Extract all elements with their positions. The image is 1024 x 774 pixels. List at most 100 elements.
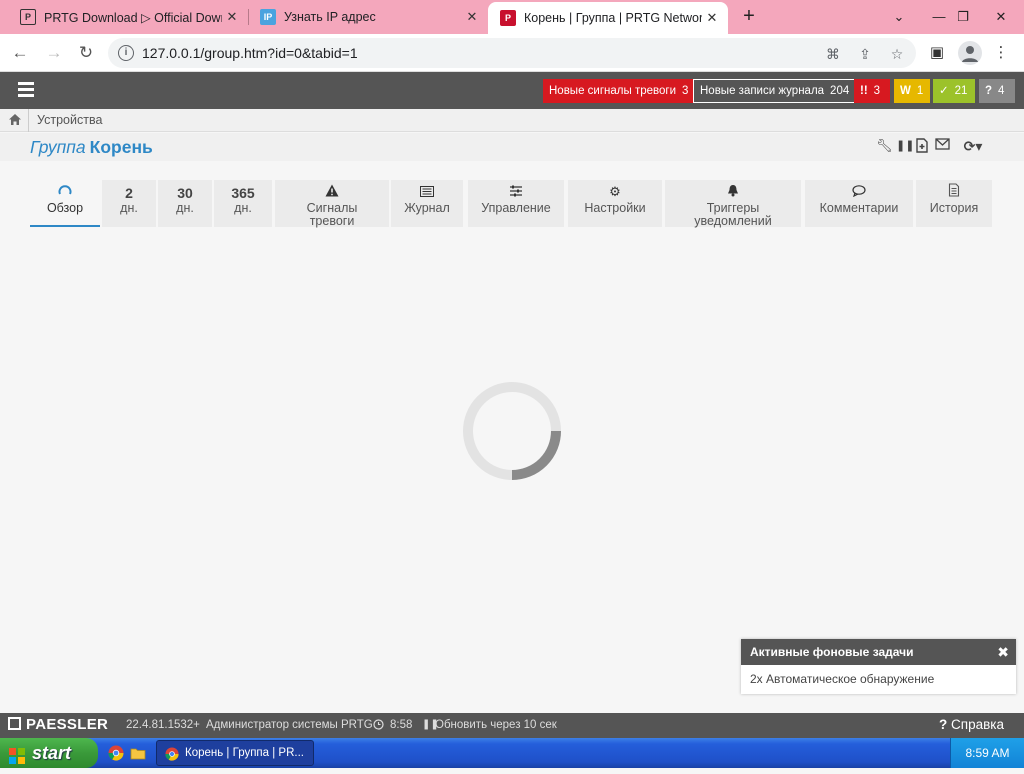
close-icon[interactable]: ✖ bbox=[997, 639, 1009, 665]
taskbar-window-button[interactable]: Корень | Группа | PR... bbox=[156, 740, 314, 766]
browser-tab-title: PRTG Download ▷ Official Down bbox=[44, 10, 222, 25]
windows-taskbar: start Корень | Группа | PR... 8:59 AM bbox=[0, 738, 1024, 768]
back-icon[interactable]: ← bbox=[8, 41, 32, 65]
breadcrumb: Устройства bbox=[0, 109, 1024, 132]
wrench-icon[interactable]: 🔧︎ bbox=[876, 138, 893, 154]
history-icon bbox=[916, 180, 992, 202]
new-alarms-badge[interactable]: Новые сигналы тревоги 3 bbox=[543, 79, 695, 103]
page-title: Группа Корень bbox=[30, 137, 153, 158]
page-title-bar: Группа Корень 🔧︎ ❚❚ ⟳▾ bbox=[0, 133, 1024, 161]
start-button[interactable]: start bbox=[0, 738, 98, 768]
new-tab-button[interactable]: + bbox=[738, 6, 760, 28]
restore-icon[interactable]: ❐ bbox=[946, 0, 980, 34]
tab-notification-triggers[interactable]: Триггеры уведомлений bbox=[665, 180, 801, 228]
home-icon[interactable] bbox=[8, 113, 22, 127]
prtg-red-icon: P bbox=[500, 10, 516, 26]
tab-label: Триггеры уведомлений bbox=[694, 201, 772, 228]
tab-log[interactable]: Журнал bbox=[391, 180, 463, 227]
tab-label: Обзор bbox=[46, 201, 84, 215]
unknown-sensors-badge[interactable]: ? 4 bbox=[979, 79, 1015, 103]
check-icon: ✓ bbox=[939, 85, 949, 97]
tab-number: 30 bbox=[177, 185, 193, 201]
new-alarms-count: 3 bbox=[682, 85, 689, 97]
tab-label: Комментарии bbox=[819, 201, 899, 215]
background-task-item: 2x Автоматическое обнаружение bbox=[750, 672, 935, 686]
tab-label: Сигналы тревоги bbox=[306, 201, 358, 228]
tab-365-days[interactable]: 365 дн. bbox=[214, 180, 272, 227]
tab-history[interactable]: История bbox=[916, 180, 992, 227]
page-title-name: Корень bbox=[89, 137, 153, 157]
tab-alarms[interactable]: Сигналы тревоги bbox=[275, 180, 389, 228]
browser-menu-icon[interactable]: ⋮ bbox=[990, 42, 1012, 64]
pause-icon[interactable]: ❚❚ bbox=[896, 138, 914, 154]
bookmark-star-icon[interactable]: ☆ bbox=[888, 45, 906, 63]
bell-icon bbox=[665, 180, 801, 202]
window-close-icon[interactable]: ✕ bbox=[984, 0, 1018, 34]
up-count: 21 bbox=[954, 85, 968, 97]
comment-icon bbox=[805, 180, 913, 202]
chrome-quicklaunch-icon[interactable] bbox=[108, 745, 124, 761]
browser-tab-prtg-root[interactable]: P Корень | Группа | PRTG Network ✕ bbox=[488, 2, 728, 34]
windows-flag-icon bbox=[8, 744, 26, 764]
browser-tab-prtg-download[interactable]: P PRTG Download ▷ Official Down ✕ bbox=[8, 0, 248, 34]
hamburger-menu-icon[interactable] bbox=[18, 82, 34, 97]
side-panel-icon[interactable]: ▣ bbox=[926, 42, 948, 64]
refresh-countdown[interactable]: Обновить через 10 сек bbox=[435, 719, 557, 731]
tab-label: Журнал bbox=[404, 201, 450, 215]
tab-number: 365 bbox=[231, 185, 255, 201]
up-sensors-badge[interactable]: ✓ 21 bbox=[933, 79, 975, 103]
ip-icon: IP bbox=[260, 9, 276, 25]
add-device-icon[interactable] bbox=[914, 138, 930, 154]
tab-management[interactable]: Управление bbox=[468, 180, 564, 227]
browser-tab-title: Узнать IP адрес bbox=[284, 10, 376, 24]
address-bar[interactable]: i 127.0.0.1/group.htm?id=0&tabid=1 ⌘ ⇪ ☆ bbox=[108, 38, 916, 68]
browser-tab-title: Корень | Группа | PRTG Network bbox=[524, 11, 702, 25]
tab-label: Управление bbox=[481, 201, 551, 215]
new-log-label: Новые записи журнала bbox=[700, 85, 825, 97]
share-icon[interactable]: ⇪ bbox=[856, 45, 874, 63]
warning-icon bbox=[275, 180, 389, 202]
forward-icon[interactable]: → bbox=[42, 41, 66, 65]
start-label: start bbox=[32, 743, 72, 763]
browser-toolbar: ← → ↻ i 127.0.0.1/group.htm?id=0&tabid=1… bbox=[0, 34, 1024, 72]
tab-settings[interactable]: ⚙︎ Настройки bbox=[568, 180, 662, 227]
warning-count: 1 bbox=[916, 85, 924, 97]
clock-icon bbox=[373, 719, 384, 732]
tab-2-days[interactable]: 2 дн. bbox=[102, 180, 156, 227]
prtg-header: Новые сигналы тревоги 3 Новые записи журн… bbox=[0, 72, 1024, 109]
down-icon: !! bbox=[860, 85, 868, 97]
tab-comments[interactable]: Комментарии bbox=[805, 180, 913, 227]
log-icon bbox=[391, 180, 463, 202]
new-log-entries-badge[interactable]: Новые записи журнала 204 bbox=[693, 79, 857, 103]
server-time: 8:58 bbox=[390, 719, 413, 731]
down-count: 3 bbox=[873, 85, 881, 97]
tab-label: Настройки bbox=[584, 201, 646, 215]
explorer-quicklaunch-icon[interactable] bbox=[130, 745, 146, 761]
refresh-dropdown-icon[interactable]: ⟳▾ bbox=[958, 138, 988, 154]
translate-icon[interactable]: ⌘ bbox=[824, 45, 842, 63]
close-icon[interactable]: ✕ bbox=[462, 9, 482, 25]
close-icon[interactable]: ✕ bbox=[222, 9, 242, 25]
url-text[interactable]: 127.0.0.1/group.htm?id=0&tabid=1 bbox=[142, 45, 358, 61]
email-icon[interactable] bbox=[934, 138, 950, 154]
tab-30-days[interactable]: 30 дн. bbox=[158, 180, 212, 227]
prtg-footer: PAESSLER 22.4.81.1532+ Администратор сис… bbox=[0, 713, 1024, 738]
close-icon[interactable]: ✕ bbox=[702, 10, 722, 26]
browser-tab-ip[interactable]: IP Узнать IP адрес ✕ bbox=[248, 0, 488, 34]
breadcrumb-divider bbox=[28, 109, 29, 132]
current-user[interactable]: Администратор системы PRTG bbox=[206, 719, 373, 731]
profile-avatar-icon[interactable] bbox=[958, 41, 982, 65]
reload-icon[interactable]: ↻ bbox=[74, 41, 98, 65]
tab-label: дн. bbox=[120, 201, 138, 215]
site-info-icon[interactable]: i bbox=[118, 45, 134, 61]
tab-number: 2 bbox=[125, 185, 133, 201]
gear-icon: ⚙︎ bbox=[609, 184, 621, 199]
help-link[interactable]: ? Справка bbox=[939, 717, 1004, 732]
system-tray-clock[interactable]: 8:59 AM bbox=[950, 738, 1024, 768]
tab-search-icon[interactable]: ⌄ bbox=[882, 0, 916, 34]
warning-sensors-badge[interactable]: W1 bbox=[894, 79, 930, 103]
down-sensors-badge[interactable]: !! 3 bbox=[854, 79, 890, 103]
loading-spinner bbox=[462, 381, 562, 481]
tab-overview[interactable]: Обзор bbox=[30, 180, 100, 227]
breadcrumb-devices-link[interactable]: Устройства bbox=[37, 113, 102, 127]
